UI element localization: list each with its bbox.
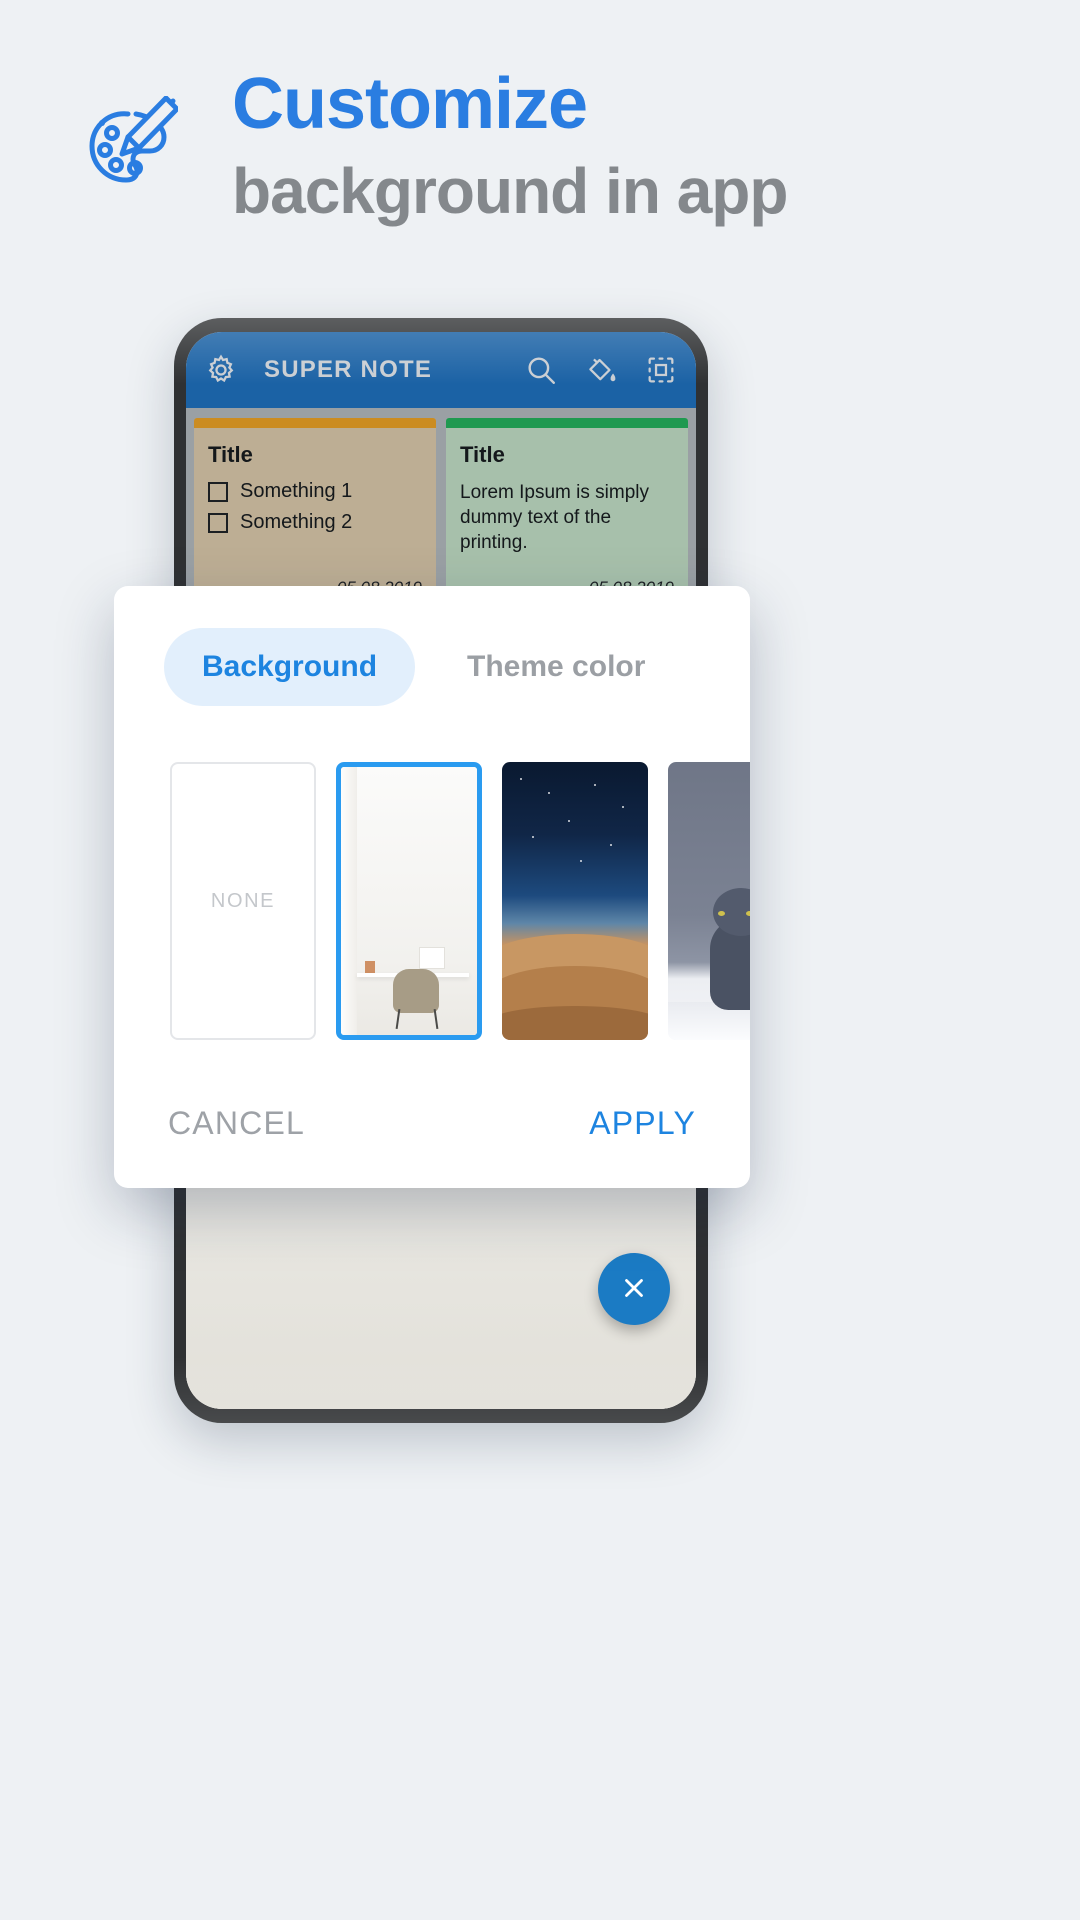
thumb-curtain bbox=[341, 767, 357, 1035]
palette-icon bbox=[78, 95, 180, 196]
note-body: Title Something 1 Something 2 05.08.2019 bbox=[194, 428, 436, 608]
app-title: SUPER NOTE bbox=[264, 356, 433, 383]
thumbnail-cat-image bbox=[668, 762, 750, 1040]
close-fab-button[interactable] bbox=[598, 1253, 670, 1325]
note-body: Title Lorem Ipsum is simply dummy text o… bbox=[446, 428, 688, 608]
app-toolbar: SUPER NOTE bbox=[186, 332, 696, 408]
note-checklist-item[interactable]: Something 2 bbox=[208, 511, 422, 534]
paint-bucket-icon[interactable] bbox=[584, 353, 618, 387]
thumbnail-room-desk[interactable] bbox=[336, 762, 482, 1040]
thumbnail-desert-night[interactable] bbox=[502, 762, 648, 1040]
note-card[interactable]: Title Something 1 Something 2 05.08.2019 bbox=[194, 418, 436, 608]
dialog-actions: CANCEL APPLY bbox=[114, 1105, 750, 1188]
checklist-label: Something 1 bbox=[240, 480, 353, 502]
checkbox-icon[interactable] bbox=[208, 512, 228, 533]
background-thumbnail-list[interactable]: NONE bbox=[114, 706, 750, 1040]
cat-eye bbox=[746, 911, 750, 916]
note-title: Title bbox=[460, 442, 505, 467]
page-title: Customize background in app bbox=[232, 60, 1042, 234]
notes-grid: Title Something 1 Something 2 05.08.2019 bbox=[186, 408, 696, 608]
note-text: Lorem Ipsum is simply dummy text of the … bbox=[460, 482, 649, 553]
note-checklist-item[interactable]: Something 1 bbox=[208, 480, 422, 503]
search-icon[interactable] bbox=[524, 353, 558, 387]
cat-eye bbox=[718, 911, 725, 916]
thumb-plant bbox=[365, 961, 375, 973]
gear-icon[interactable] bbox=[204, 353, 238, 387]
dune bbox=[502, 1006, 648, 1040]
note-card[interactable]: Title Lorem Ipsum is simply dummy text o… bbox=[446, 418, 688, 608]
checkbox-icon[interactable] bbox=[208, 481, 228, 502]
apply-button[interactable]: APPLY bbox=[589, 1105, 696, 1142]
thumbnail-desert-image bbox=[502, 762, 648, 1040]
header: Customize background in app bbox=[0, 0, 1080, 300]
cancel-button[interactable]: CANCEL bbox=[168, 1105, 305, 1142]
thumbnail-cat-snow[interactable] bbox=[668, 762, 750, 1040]
headline-line-2: background in app bbox=[232, 155, 788, 227]
promo-screenshot: Customize background in app SUPER NOTE T… bbox=[0, 0, 1080, 1920]
note-accent-strip bbox=[194, 418, 436, 428]
close-icon bbox=[619, 1273, 649, 1306]
checklist-label: Something 2 bbox=[240, 511, 353, 533]
thumbnail-none[interactable]: NONE bbox=[170, 762, 316, 1040]
dialog-tabs: Background Theme color bbox=[114, 586, 750, 706]
thumb-chair bbox=[393, 969, 439, 1013]
tab-background[interactable]: Background bbox=[164, 628, 416, 706]
select-all-icon[interactable] bbox=[644, 353, 678, 387]
note-accent-strip bbox=[446, 418, 688, 428]
headline-line-1: Customize bbox=[232, 64, 588, 144]
background-picker-dialog: Background Theme color NONE CANCEL APPLY bbox=[114, 586, 750, 1188]
thumb-chair-leg bbox=[433, 1008, 439, 1030]
thumbnail-room-image bbox=[341, 767, 477, 1035]
note-title: Title bbox=[208, 442, 253, 467]
thumb-frame bbox=[419, 947, 445, 969]
thumbnail-none-label: NONE bbox=[210, 889, 276, 912]
tab-theme-color[interactable]: Theme color bbox=[429, 628, 683, 706]
